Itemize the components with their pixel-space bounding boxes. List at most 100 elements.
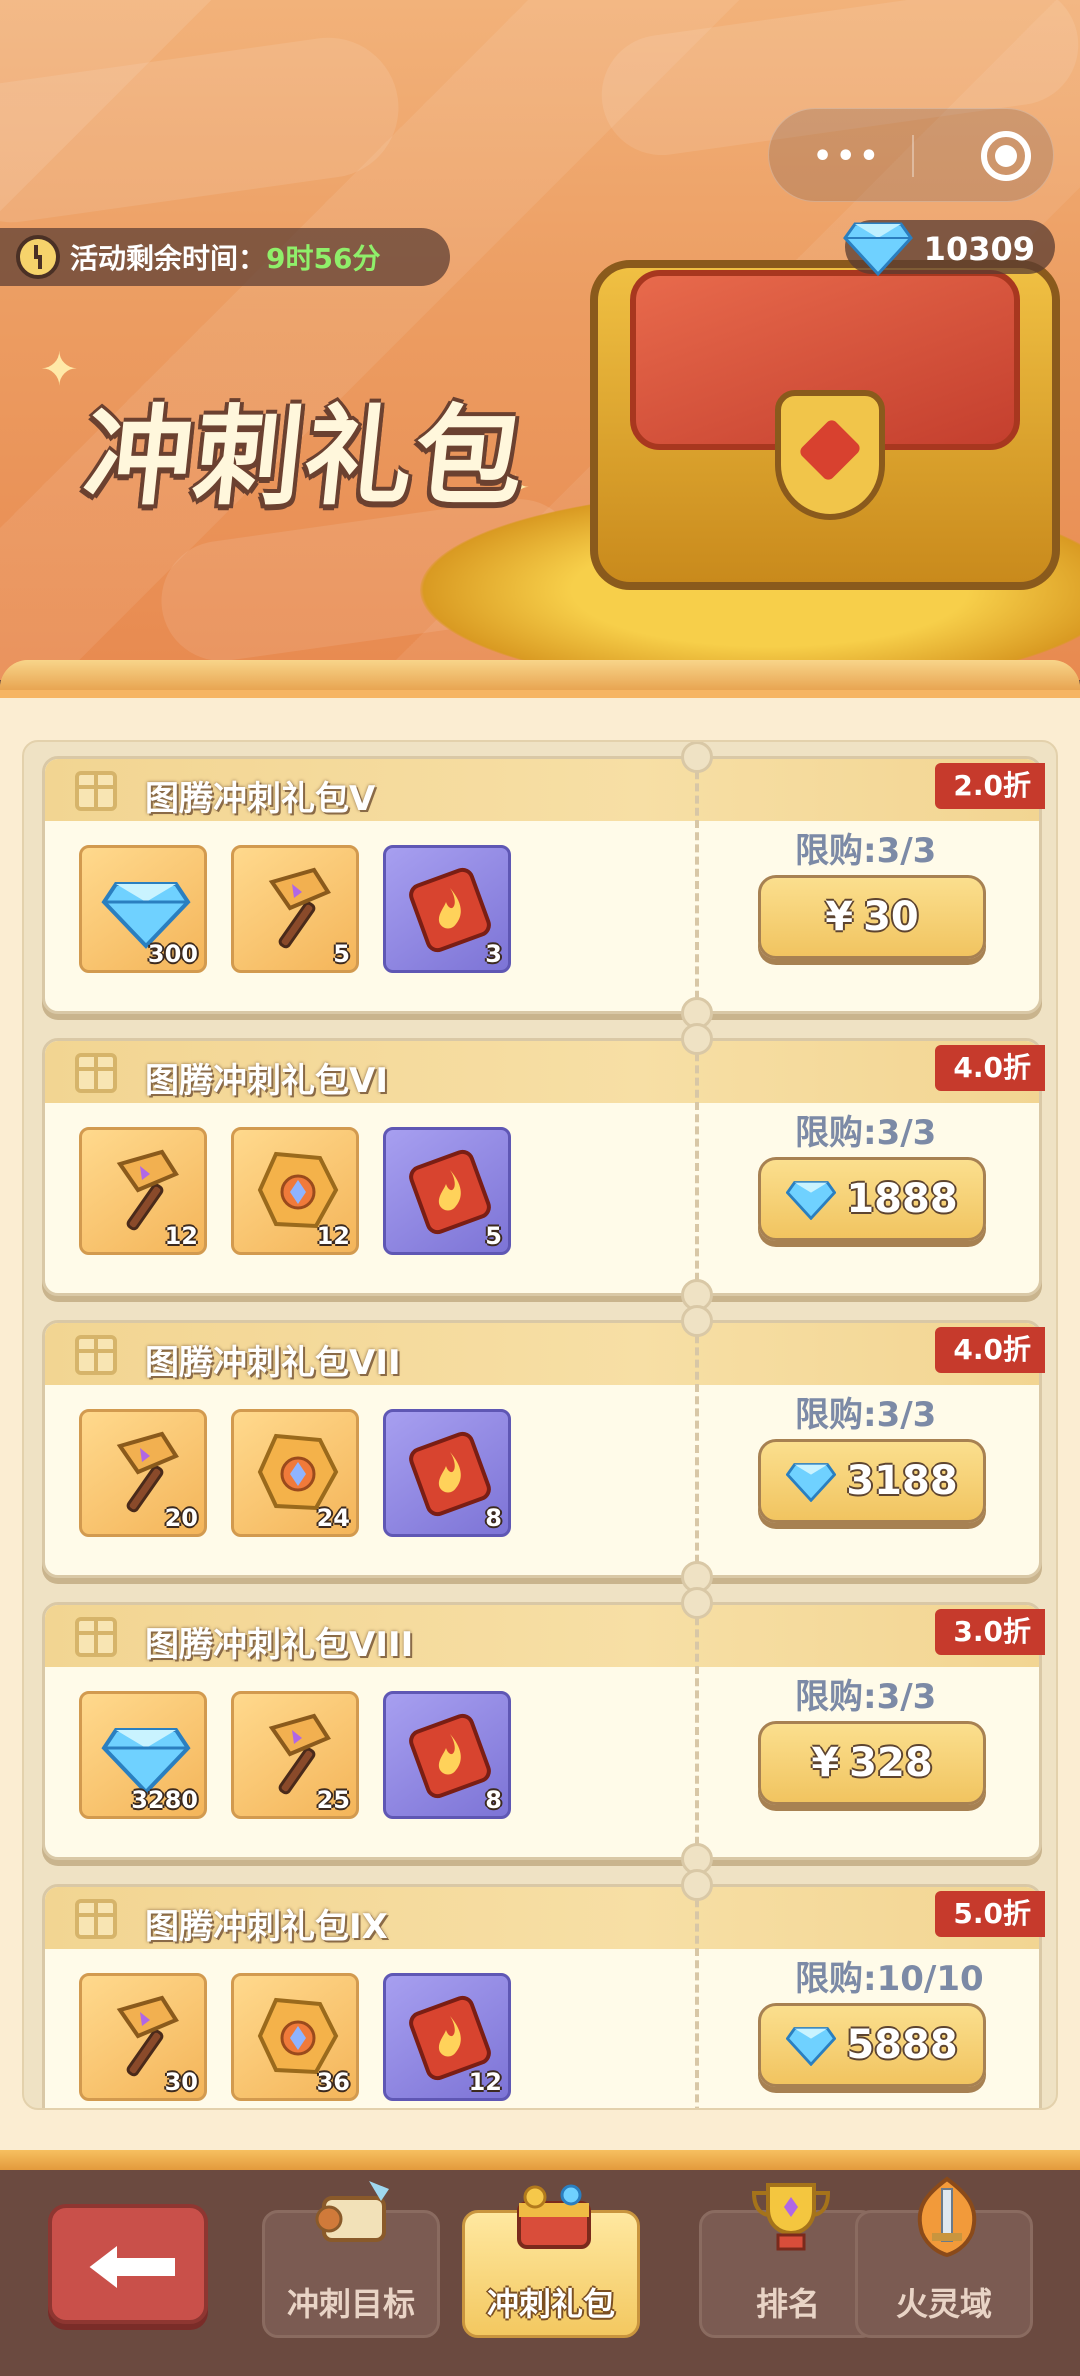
buy-button[interactable]: 1888 (758, 1157, 986, 1241)
reward-qty: 5 (485, 1222, 502, 1250)
diamond-icon (786, 1181, 837, 1220)
reward-qty: 300 (147, 940, 198, 968)
tab-sprint-pack[interactable]: 冲刺礼包 (462, 2184, 640, 2338)
discount-badge: 2.0折 (935, 763, 1045, 809)
timer-label: 活动剩余时间： (70, 242, 267, 275)
page-title: 冲刺礼包 (78, 395, 532, 520)
discount-badge: 4.0折 (935, 1045, 1045, 1091)
purchase-limit: 限购:3/3 (795, 1395, 937, 1435)
ticket-divider (695, 1041, 699, 1293)
reward-item[interactable]: 25 (231, 1691, 359, 1819)
ticket-divider (695, 1323, 699, 1575)
event-timer: 活动剩余时间： 9时56分 (0, 228, 450, 286)
more-menu-icon[interactable]: ••• (813, 139, 883, 174)
price-value: 30 (863, 894, 919, 940)
tab-ranking[interactable]: 排名 (699, 2183, 877, 2338)
hammer-icon (268, 867, 331, 949)
timer-value: 9时56分 (266, 242, 381, 275)
purchase-limit: 限购:3/3 (795, 831, 937, 871)
reward-qty: 3280 (131, 1786, 198, 1814)
gem-balance[interactable]: 10309 (843, 220, 1055, 276)
reward-item[interactable]: 12 (79, 1127, 207, 1255)
treasure-chest-icon (517, 2184, 591, 2249)
scroll-icon (315, 2181, 389, 2242)
reward-item[interactable]: 12 (383, 1973, 511, 2101)
sparkle-icon: ✦ (40, 342, 79, 396)
pack-list[interactable]: 图腾冲刺礼包V 2.0折 300 5 3 限购:3/3 ¥30 图腾冲刺礼包VI 4.0折 12 1… (22, 740, 1058, 2110)
treasure-chest-illustration (420, 240, 1080, 680)
buy-button[interactable]: ¥30 (758, 875, 986, 959)
gift-icon (75, 1053, 117, 1093)
reward-item[interactable]: 8 (383, 1409, 511, 1537)
tab-label: 冲刺礼包 (486, 2285, 615, 2323)
currency-symbol: ¥ (811, 1740, 840, 1786)
pack-name: 图腾冲刺礼包IX (145, 1907, 388, 1947)
back-button[interactable] (48, 2204, 208, 2324)
tab-label: 火灵域 (895, 2285, 992, 2323)
trophy-icon (751, 2183, 831, 2251)
price-value: 5888 (846, 2022, 958, 2068)
tab-label: 排名 (755, 2285, 820, 2323)
purchase-limit: 限购:3/3 (795, 1677, 937, 1717)
clock-icon (16, 235, 60, 279)
fire-ticket-icon (409, 867, 491, 953)
reward-item[interactable]: 5 (231, 845, 359, 973)
ticket-divider (695, 1605, 699, 1857)
reward-item[interactable]: 8 (383, 1691, 511, 1819)
back-arrow-icon (88, 2242, 177, 2292)
reward-qty: 36 (316, 2068, 350, 2096)
reward-item[interactable]: 20 (79, 1409, 207, 1537)
reward-item[interactable]: 5 (383, 1127, 511, 1255)
price-value: 3188 (846, 1458, 958, 1504)
discount-badge: 3.0折 (935, 1609, 1045, 1655)
tab-fire-realm[interactable]: 火灵域 (855, 2176, 1033, 2338)
reward-qty: 3 (485, 940, 502, 968)
diamond-icon (786, 2027, 837, 2066)
reward-item[interactable]: 3280 (79, 1691, 207, 1819)
ticket-divider (695, 1887, 699, 2108)
price-value: 328 (849, 1740, 933, 1786)
reward-item[interactable]: 36 (231, 1973, 359, 2101)
pack-name: 图腾冲刺礼包VI (145, 1061, 388, 1101)
reward-item[interactable]: 30 (79, 1973, 207, 2101)
gem-count: 10309 (923, 230, 1035, 268)
close-target-icon[interactable] (981, 131, 1031, 181)
pack-card: 图腾冲刺礼包IX 5.0折 30 36 12 限购:10/10 5888 (42, 1869, 1045, 2108)
tab-label: 冲刺目标 (286, 2285, 415, 2323)
buy-button[interactable]: 3188 (758, 1439, 986, 1523)
chest-lock-icon (775, 390, 885, 520)
reward-qty: 12 (468, 2068, 502, 2096)
reward-item[interactable]: 3 (383, 845, 511, 973)
diamond-icon (786, 1463, 837, 1502)
gift-icon (75, 771, 117, 811)
sword-crest-icon (917, 2176, 977, 2258)
reward-qty: 20 (164, 1504, 198, 1532)
reward-qty: 30 (164, 2068, 198, 2096)
reward-item[interactable]: 24 (231, 1409, 359, 1537)
fire-ticket-icon (409, 1713, 491, 1799)
reward-qty: 5 (333, 940, 350, 968)
gift-icon (75, 1335, 117, 1375)
pack-name: 图腾冲刺礼包V (145, 779, 376, 819)
reward-qty: 25 (316, 1786, 350, 1814)
fire-ticket-icon (409, 1431, 491, 1517)
pack-card: 图腾冲刺礼包VII 4.0折 20 24 8 限购:3/3 3188 (42, 1305, 1045, 1593)
buy-button[interactable]: ¥328 (758, 1721, 986, 1805)
reward-qty: 12 (164, 1222, 198, 1250)
banner-stripe (0, 28, 408, 232)
tab-sprint-goal[interactable]: 冲刺目标 (262, 2181, 440, 2338)
reward-qty: 8 (485, 1504, 502, 1532)
pack-name: 图腾冲刺礼包VIII (145, 1625, 414, 1665)
reward-item[interactable]: 12 (231, 1127, 359, 1255)
price-value: 1888 (846, 1176, 958, 1222)
event-banner: ✦ ✦ 冲刺礼包 (0, 0, 1080, 680)
diamond-icon (843, 222, 913, 276)
reward-qty: 24 (316, 1504, 350, 1532)
miniprogram-capsule: ••• (768, 108, 1054, 202)
pack-card: 图腾冲刺礼包V 2.0折 300 5 3 限购:3/3 ¥30 (42, 742, 1045, 1029)
pack-name: 图腾冲刺礼包VII (145, 1343, 401, 1383)
buy-button[interactable]: 5888 (758, 2003, 986, 2087)
reward-item[interactable]: 300 (79, 845, 207, 973)
pack-card: 图腾冲刺礼包VI 4.0折 12 12 5 限购:3/3 1888 (42, 1023, 1045, 1311)
reward-qty: 12 (316, 1222, 350, 1250)
